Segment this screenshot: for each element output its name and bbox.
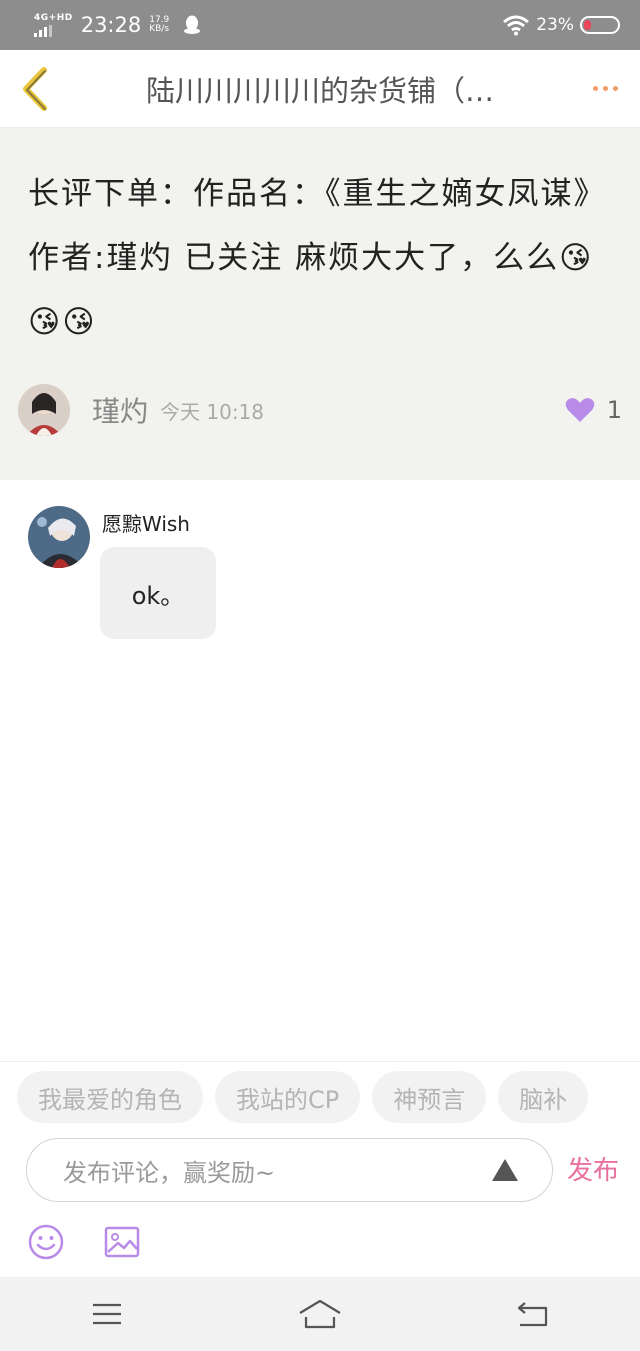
network-speed: 17.9 KB/s (149, 15, 170, 35)
wifi-icon (503, 15, 530, 36)
comment-author-name[interactable]: 愿黥Wish (102, 508, 190, 537)
menu-icon (92, 1303, 121, 1325)
speed-unit: KB/s (149, 24, 170, 34)
status-bar: 4G+HD 23:28 17.9 KB/s 23% (0, 0, 640, 50)
more-dot (602, 86, 608, 91)
like-count: 1 (606, 396, 622, 424)
post-card: 长评下单：作品名：《重生之嫡女凤谋》 作者:瑾灼 已关注 麻烦大大了，么么😘😘😘… (0, 128, 640, 480)
back-system-button[interactable] (493, 1284, 573, 1344)
comment-input[interactable]: 发布评论，赢奖励~ (26, 1138, 553, 1202)
post-content: 长评下单：作品名：《重生之嫡女凤谋》 作者:瑾灼 已关注 麻烦大大了，么么😘😘😘 (28, 176, 607, 340)
emoji-icon[interactable] (28, 1224, 64, 1260)
back-button[interactable] (0, 50, 70, 128)
heart-icon (565, 398, 594, 422)
home-icon (299, 1299, 341, 1329)
comment-panel: 我最爱的角色 我站的CP 神预言 脑补 发布评论，赢奖励~ 发布 (0, 1061, 640, 1277)
return-icon (518, 1302, 548, 1327)
post-author-avatar[interactable] (18, 384, 70, 436)
menu-button[interactable] (67, 1284, 147, 1344)
clock: 23:28 (80, 13, 142, 37)
publish-button[interactable]: 发布 (567, 1150, 619, 1187)
signal-icon (34, 24, 52, 37)
network-indicator: 4G+HD (34, 12, 73, 37)
tag-chip[interactable]: 脑补 (498, 1071, 589, 1123)
image-icon[interactable] (104, 1226, 140, 1258)
status-left: 4G+HD 23:28 17.9 KB/s (34, 13, 201, 37)
qq-icon (184, 15, 201, 34)
comment-bubble: ok。 (100, 547, 216, 639)
status-right: 23% (502, 14, 620, 36)
system-nav-bar (0, 1277, 640, 1351)
like-button[interactable]: 1 (565, 396, 622, 424)
comment-author-avatar[interactable] (28, 506, 90, 568)
battery-icon (580, 16, 620, 34)
more-options-button[interactable] (570, 50, 640, 128)
network-type: 4G+HD (34, 12, 73, 23)
comment-input-placeholder: 发布评论，赢奖励~ (63, 1158, 276, 1187)
more-dot (592, 86, 598, 91)
post-timestamp: 今天 10:18 (160, 399, 265, 424)
tag-chip[interactable]: 神预言 (372, 1071, 487, 1123)
quick-tags: 我最爱的角色 我站的CP 神预言 脑补 (17, 1071, 640, 1123)
battery-fill (584, 20, 591, 30)
home-button[interactable] (280, 1284, 360, 1344)
triangle-up-icon[interactable] (492, 1159, 518, 1181)
nav-bar: 陆川川川川川的杂货铺（… (0, 50, 640, 128)
comment-text: ok。 (131, 581, 185, 610)
chevron-left-icon (23, 66, 47, 111)
page-title: 陆川川川川川的杂货铺（… (145, 73, 494, 108)
post-author-name[interactable]: 瑾灼 (92, 390, 148, 430)
battery-percent: 23% (536, 15, 574, 35)
tag-chip[interactable]: 我最爱的角色 (17, 1071, 203, 1123)
post-meta: 瑾灼 今天 10:18 1 (18, 382, 622, 438)
more-dot (612, 86, 618, 91)
tag-chip[interactable]: 我站的CP (215, 1071, 361, 1123)
